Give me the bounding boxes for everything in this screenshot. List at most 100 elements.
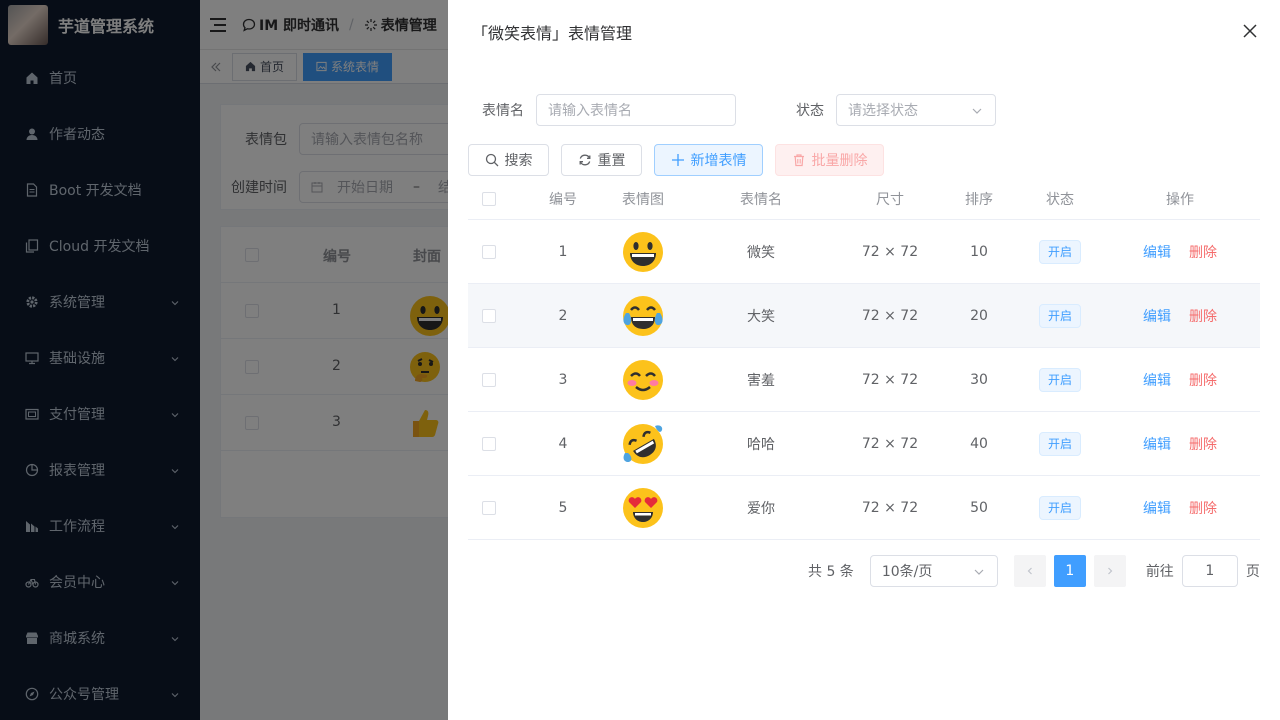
table-row[interactable]: 4 哈哈 72 × 72 40 开启 编辑 删除 bbox=[468, 412, 1260, 476]
trash-icon bbox=[792, 153, 806, 167]
row-checkbox[interactable] bbox=[482, 372, 496, 387]
header-size: 尺寸 bbox=[876, 191, 904, 208]
emoji-table-header: 编号 表情图 表情名 尺寸 排序 状态 操作 bbox=[468, 178, 1260, 220]
delete-link[interactable]: 删除 bbox=[1189, 498, 1217, 518]
chevron-right-icon bbox=[1105, 566, 1115, 576]
header-select-cell bbox=[468, 178, 510, 219]
cell-id: 1 bbox=[558, 243, 568, 260]
cell-status: 开启 bbox=[1020, 476, 1100, 539]
search-icon bbox=[485, 153, 499, 167]
next-page-button[interactable] bbox=[1093, 555, 1126, 587]
cell-image bbox=[603, 284, 683, 347]
select-cell bbox=[468, 284, 510, 347]
goto-page-input[interactable]: 1 bbox=[1181, 555, 1238, 587]
cell-actions: 编辑 删除 bbox=[1120, 220, 1240, 283]
pagination-total: 共 5 条 bbox=[808, 564, 854, 580]
cell-actions: 编辑 删除 bbox=[1120, 412, 1240, 475]
select-cell bbox=[468, 220, 510, 283]
page-number-current[interactable]: 1 bbox=[1053, 555, 1086, 587]
cell-image bbox=[603, 412, 683, 475]
select-all-checkbox[interactable] bbox=[482, 191, 496, 206]
plus-icon bbox=[671, 153, 685, 167]
chevron-down-icon bbox=[973, 566, 985, 578]
grinning-emoji-icon[interactable] bbox=[622, 231, 664, 273]
chevron-down-icon bbox=[971, 105, 983, 117]
status-label: 状态 bbox=[796, 103, 824, 119]
form-item-name: 表情名 请输入表情名 bbox=[482, 94, 736, 126]
header-name: 表情名 bbox=[740, 191, 782, 208]
header-actions: 操作 bbox=[1166, 191, 1194, 208]
cell-id: 4 bbox=[558, 435, 568, 452]
chevron-left-icon bbox=[1025, 566, 1035, 576]
status-select[interactable]: 请选择状态 bbox=[836, 94, 996, 126]
page-size-select[interactable]: 10条/页 bbox=[869, 555, 998, 587]
edit-link[interactable]: 编辑 bbox=[1143, 306, 1171, 326]
edit-link[interactable]: 编辑 bbox=[1143, 370, 1171, 390]
table-row[interactable]: 1 微笑 72 × 72 10 开启 编辑 删除 bbox=[468, 220, 1260, 284]
cell-actions: 编辑 删除 bbox=[1120, 476, 1240, 539]
emoji-name-input[interactable]: 请输入表情名 bbox=[536, 94, 736, 126]
search-button[interactable]: 搜索 bbox=[468, 144, 549, 176]
drawer-overlay[interactable] bbox=[0, 0, 448, 720]
rofl-emoji-icon[interactable] bbox=[622, 423, 664, 465]
cell-id: 3 bbox=[558, 371, 568, 388]
cell-name: 哈哈 bbox=[747, 436, 775, 453]
cell-name: 大笑 bbox=[747, 308, 775, 325]
edit-link[interactable]: 编辑 bbox=[1143, 434, 1171, 454]
header-sort: 排序 bbox=[965, 191, 993, 208]
add-emoji-button-label: 新增表情 bbox=[690, 153, 747, 169]
reset-button[interactable]: 重置 bbox=[561, 144, 642, 176]
drawer-title: 「微笑表情」表情管理 bbox=[472, 24, 633, 43]
batch-delete-button[interactable]: 批量删除 bbox=[775, 144, 884, 176]
edit-link[interactable]: 编辑 bbox=[1143, 498, 1171, 518]
delete-link[interactable]: 删除 bbox=[1189, 434, 1217, 454]
search-button-label: 搜索 bbox=[504, 153, 533, 169]
row-checkbox[interactable] bbox=[482, 500, 496, 515]
heart-eyes-emoji-icon[interactable] bbox=[622, 487, 664, 529]
status-badge: 开启 bbox=[1038, 303, 1081, 328]
cell-image bbox=[603, 220, 683, 283]
blush-emoji-icon[interactable] bbox=[622, 359, 664, 401]
edit-link[interactable]: 编辑 bbox=[1143, 242, 1171, 262]
status-badge: 开启 bbox=[1038, 239, 1081, 264]
cell-image bbox=[603, 348, 683, 411]
cell-sort: 20 bbox=[970, 307, 988, 324]
delete-link[interactable]: 删除 bbox=[1189, 370, 1217, 390]
status-select-placeholder: 请选择状态 bbox=[848, 103, 918, 119]
close-icon[interactable] bbox=[1240, 21, 1260, 41]
row-checkbox[interactable] bbox=[482, 244, 496, 259]
cell-name: 微笑 bbox=[747, 244, 775, 261]
cell-id: 5 bbox=[558, 499, 568, 516]
row-checkbox[interactable] bbox=[482, 436, 496, 451]
delete-link[interactable]: 删除 bbox=[1189, 242, 1217, 262]
table-row[interactable]: 5 爱你 72 × 72 50 开启 编辑 删除 bbox=[468, 476, 1260, 540]
cell-status: 开启 bbox=[1020, 220, 1100, 283]
cell-status: 开启 bbox=[1020, 412, 1100, 475]
refresh-icon bbox=[578, 153, 592, 167]
joy-emoji-icon[interactable] bbox=[622, 295, 664, 337]
row-checkbox[interactable] bbox=[482, 308, 496, 323]
reset-button-label: 重置 bbox=[597, 153, 626, 169]
cell-name: 害羞 bbox=[747, 372, 775, 389]
select-cell bbox=[468, 348, 510, 411]
cell-actions: 编辑 删除 bbox=[1120, 284, 1240, 347]
cell-sort: 10 bbox=[970, 243, 988, 260]
pagination: 共 5 条 10条/页 1 前往 1 页 bbox=[808, 555, 1260, 587]
cell-sort: 40 bbox=[970, 435, 988, 452]
table-row[interactable]: 2 大笑 72 × 72 20 开启 编辑 删除 bbox=[468, 284, 1260, 348]
batch-delete-button-label: 批量删除 bbox=[811, 153, 868, 169]
table-row[interactable]: 3 害羞 72 × 72 30 开启 编辑 删除 bbox=[468, 348, 1260, 412]
cell-actions: 编辑 删除 bbox=[1120, 348, 1240, 411]
header-id: 编号 bbox=[549, 191, 577, 208]
cell-sort: 50 bbox=[970, 499, 988, 516]
add-emoji-button[interactable]: 新增表情 bbox=[654, 144, 763, 176]
delete-link[interactable]: 删除 bbox=[1189, 306, 1217, 326]
cell-status: 开启 bbox=[1020, 284, 1100, 347]
cell-size: 72 × 72 bbox=[861, 307, 919, 324]
cell-id: 2 bbox=[558, 307, 568, 324]
select-cell bbox=[468, 412, 510, 475]
cell-size: 72 × 72 bbox=[861, 371, 919, 388]
status-badge: 开启 bbox=[1038, 495, 1081, 520]
prev-page-button[interactable] bbox=[1013, 555, 1046, 587]
emoji-drawer: 「微笑表情」表情管理 表情名 请输入表情名 状态 请选择状态 搜索 重置 新增表… bbox=[448, 0, 1280, 720]
